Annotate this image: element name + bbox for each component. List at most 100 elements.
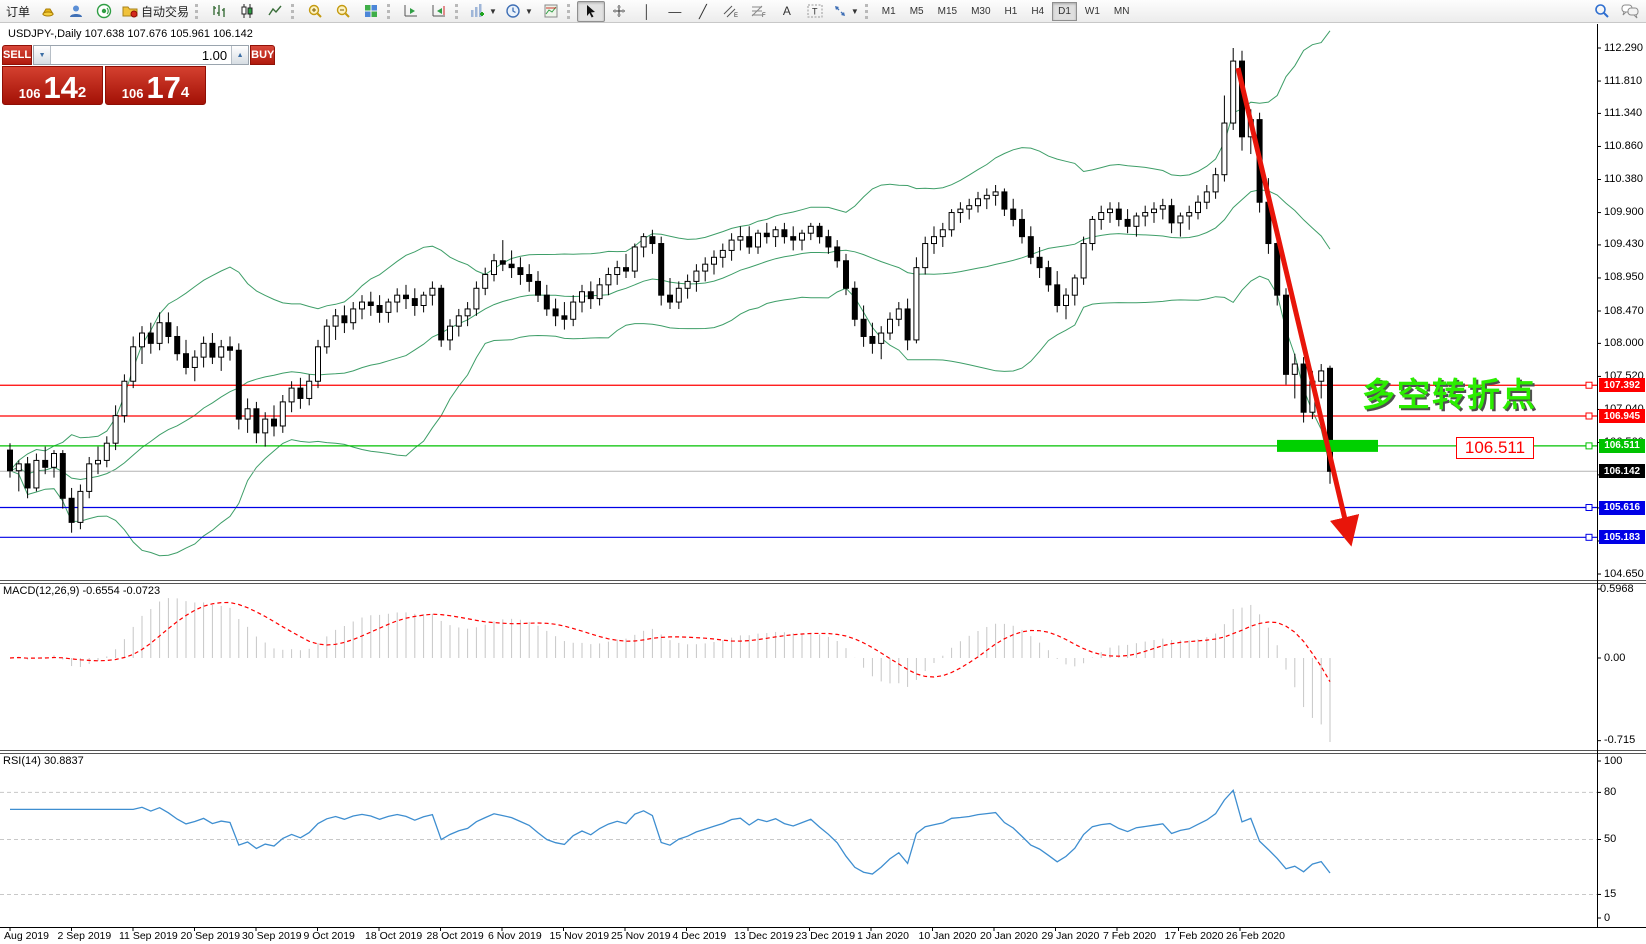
horizontal-line-tool[interactable]: — (661, 1, 689, 22)
line-handle (1586, 413, 1592, 419)
text-label-tool[interactable]: T (801, 1, 829, 22)
timeframe-button-m30[interactable]: M30 (965, 2, 996, 21)
timeframe-button-h4[interactable]: H4 (1025, 2, 1050, 21)
fibonacci-tool[interactable]: F (745, 1, 773, 22)
candle-body (641, 237, 646, 247)
candle-body (712, 257, 717, 264)
community-icon[interactable] (62, 1, 90, 22)
candle-body (940, 230, 945, 237)
zoom-out-icon[interactable] (329, 1, 357, 22)
candle-body (659, 244, 664, 296)
date-tick-label: 4 Dec 2019 (673, 930, 727, 942)
candle-body (456, 316, 461, 326)
buy-button[interactable]: BUY (250, 45, 275, 65)
candle-body (984, 195, 989, 198)
signal-icon[interactable] (90, 1, 118, 22)
macd-tick-label: 0.5968 (1600, 583, 1634, 595)
volume-increase-button[interactable]: ▲ (231, 46, 248, 64)
main-toolbar: 订单 自动交易 (0, 0, 1646, 23)
candle-body (421, 295, 426, 305)
new-order-button[interactable]: 订单 (2, 1, 34, 22)
candle-body (386, 302, 391, 312)
candle-body (1152, 209, 1157, 212)
candle-body (8, 450, 13, 471)
candle-body (1090, 219, 1095, 243)
crosshair-tool[interactable] (605, 1, 633, 22)
svg-text:E: E (734, 13, 738, 18)
candle-body (254, 409, 259, 433)
candle-body (967, 206, 972, 209)
candle-body (597, 285, 602, 299)
candle-body (52, 454, 57, 468)
tile-windows-icon[interactable] (357, 1, 385, 22)
price-tick-label: 108.950 (1604, 271, 1644, 283)
candle-body (184, 354, 189, 368)
date-tick-label: 7 Feb 2020 (1103, 930, 1156, 942)
candle-body (1055, 285, 1060, 306)
arrows-tool[interactable]: ▼ (829, 1, 863, 22)
bar-chart-type-icon[interactable] (205, 1, 233, 22)
date-tick-label: 9 Oct 2019 (304, 930, 355, 942)
timeframe-button-d1[interactable]: D1 (1052, 2, 1077, 21)
candle-body (1292, 364, 1297, 374)
candle-body (316, 347, 321, 381)
autotrading-button[interactable]: 自动交易 (118, 1, 193, 22)
candle-body (976, 199, 981, 206)
candle-body (113, 416, 118, 444)
search-icon[interactable] (1588, 1, 1616, 22)
rsi-tick-label: 15 (1604, 888, 1616, 900)
timeframe-button-h1[interactable]: H1 (999, 2, 1024, 21)
gold-icon[interactable] (34, 1, 62, 22)
text-tool[interactable]: A (773, 1, 801, 22)
timeframe-button-mn[interactable]: MN (1108, 2, 1136, 21)
date-tick-label: 28 Oct 2019 (427, 930, 484, 942)
toolbar-grip (865, 4, 871, 19)
price-chart-canvas[interactable] (0, 0, 1646, 944)
cursor-tool[interactable] (577, 1, 605, 22)
candle-body (34, 460, 39, 488)
rsi-tick-label: 100 (1604, 755, 1622, 767)
rsi-tick-label: 0 (1604, 912, 1610, 924)
templates-button[interactable] (537, 1, 565, 22)
candle-body (1284, 295, 1289, 374)
candle-body (201, 343, 206, 357)
svg-text:T: T (812, 7, 818, 17)
sell-button[interactable]: SELL (2, 45, 32, 65)
sell-price-panel[interactable]: 106 14 2 (2, 66, 103, 105)
volume-decrease-button[interactable]: ▼ (34, 46, 51, 64)
candle-body (404, 295, 409, 298)
candle-body (738, 237, 743, 240)
date-tick-label: 29 Jan 2020 (1042, 930, 1100, 942)
chart-shift-icon[interactable] (425, 1, 453, 22)
new-order-label: 订单 (6, 3, 30, 20)
candle-body (1020, 219, 1025, 236)
candle-body (96, 460, 101, 463)
chart-title: USDJPY-,Daily 107.638 107.676 105.961 10… (8, 28, 253, 40)
candle-body (932, 237, 937, 244)
auto-scroll-icon[interactable] (397, 1, 425, 22)
chat-icon[interactable] (1616, 1, 1644, 22)
buy-price-pip: 4 (181, 85, 189, 100)
line-chart-type-icon[interactable] (261, 1, 289, 22)
zoom-in-icon[interactable] (301, 1, 329, 22)
vertical-line-tool[interactable]: │ (633, 1, 661, 22)
buy-price-panel[interactable]: 106 17 4 (105, 66, 206, 105)
candle-body (826, 237, 831, 247)
candle-body (298, 388, 303, 398)
candle-body (720, 250, 725, 257)
timeframe-button-m5[interactable]: M5 (904, 2, 930, 21)
date-tick-label: Aug 2019 (4, 930, 49, 942)
indicators-button[interactable]: ▼ (465, 1, 501, 22)
level-price-label[interactable]: 106.511 (1456, 437, 1534, 459)
channel-tool[interactable]: E (717, 1, 745, 22)
timeframe-button-w1[interactable]: W1 (1079, 2, 1106, 21)
volume-input[interactable] (51, 46, 231, 64)
timeframe-button-m15[interactable]: M15 (932, 2, 963, 21)
timeframe-button-m1[interactable]: M1 (876, 2, 902, 21)
candle-body (632, 247, 637, 271)
trendline-tool[interactable]: ╱ (689, 1, 717, 22)
periods-button[interactable]: ▼ (501, 1, 537, 22)
candle-body (1204, 192, 1209, 202)
turning-point-annotation[interactable]: 多空转折点 (1362, 368, 1537, 416)
candlestick-chart-type-icon[interactable] (233, 1, 261, 22)
